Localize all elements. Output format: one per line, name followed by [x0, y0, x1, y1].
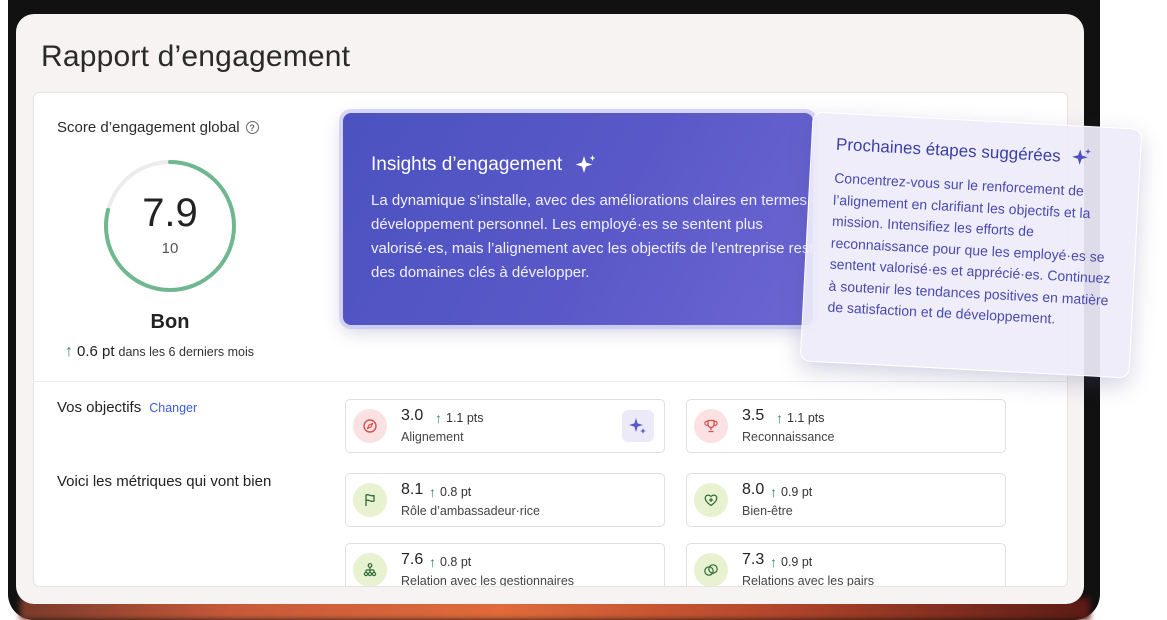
metric-delta: ↑ 1.1 pts: [435, 410, 484, 426]
metric-name: Reconnaissance: [742, 430, 835, 444]
peers-icon: [694, 553, 728, 586]
arrow-up-icon: ↑: [770, 484, 777, 500]
flag-icon: [353, 483, 387, 517]
change-objectives-link[interactable]: Changer: [149, 401, 197, 415]
metric-delta-value: 0.8 pt: [440, 555, 472, 569]
insights-header: Insights d’engagement: [371, 153, 598, 177]
page-title: Rapport d’engagement: [41, 40, 351, 73]
score-delta-period: dans les 6 derniers mois: [118, 345, 255, 359]
metric-delta-value: 1.1 pts: [787, 411, 825, 425]
metric-delta-value: 1.1 pts: [446, 411, 484, 425]
metric-delta: ↑ 1.1 pts: [776, 410, 825, 426]
org-chart-icon: [353, 553, 387, 586]
next-steps-card: Prochaines étapes suggérées Concentrez-v…: [799, 111, 1143, 379]
metric-delta: ↑ 0.8 pt: [429, 554, 471, 570]
sparkle-icon[interactable]: [622, 410, 654, 442]
sparkle-icon: [575, 155, 596, 173]
objectives-title: Vos objectifs: [57, 399, 142, 416]
metric-delta-value: 0.8 pt: [440, 485, 472, 499]
next-steps-body: Concentrez-vous sur le renforcement de l…: [827, 169, 1111, 327]
compass-icon: [353, 409, 387, 443]
next-steps-header: Prochaines étapes suggérées: [835, 134, 1093, 169]
score-value: 7.9: [142, 191, 198, 235]
arrow-up-icon: ↑: [776, 410, 783, 426]
metrics-section-title: Voici les métriques qui vont bien: [57, 473, 272, 490]
metric-card-ambassador[interactable]: 8.1 ↑ 0.8 pt Rôle d’ambassadeur·rice: [345, 473, 665, 527]
metric-delta-value: 0.9 pt: [781, 485, 813, 499]
arrow-up-icon: ↑: [435, 410, 442, 426]
backdrop: Rapport d’engagement Score d’engagement …: [0, 0, 1167, 620]
metric-delta: ↑ 0.9 pt: [770, 484, 812, 500]
objective-card-alignment[interactable]: 3.0 ↑ 1.1 pts Alignement: [345, 399, 665, 453]
metric-card-wellbeing[interactable]: 8.0 ↑ 0.9 pt Bien-être: [686, 473, 1006, 527]
metric-card-peers[interactable]: 7.3 ↑ 0.9 pt Relations avec les pairs: [686, 543, 1006, 587]
trophy-icon: [694, 409, 728, 443]
metric-value: 3.0: [401, 407, 424, 424]
arrow-up-icon: ↑: [429, 484, 436, 500]
objectives-header: Vos objectifs Changer: [57, 399, 197, 416]
metric-delta-value: 0.9 pt: [781, 555, 813, 569]
next-steps-title: Prochaines étapes suggérées: [835, 134, 1062, 166]
metric-name: Alignement: [401, 430, 464, 444]
insights-title: Insights d’engagement: [371, 154, 563, 175]
objective-card-reconnaissance[interactable]: 3.5 ↑ 1.1 pts Reconnaissance: [686, 399, 1006, 453]
score-section-title: Score d’engagement global ?: [57, 119, 259, 136]
insights-body: La dynamique s’installe, avec des amélio…: [371, 192, 813, 281]
metric-delta: ↑ 0.9 pt: [770, 554, 812, 570]
metric-name: Rôle d’ambassadeur·rice: [401, 504, 540, 518]
score-delta-value: 0.6 pt: [77, 343, 115, 360]
metric-name: Bien-être: [742, 504, 793, 518]
arrow-up-icon: ↑: [65, 343, 73, 360]
score-delta: ↑ 0.6 pt dans les 6 derniers mois: [65, 343, 254, 361]
metric-value: 8.1: [401, 481, 424, 498]
sparkle-icon: [1072, 148, 1091, 165]
help-icon[interactable]: ?: [245, 121, 259, 134]
metric-value: 8.0: [742, 481, 765, 498]
metric-value: 3.5: [742, 407, 765, 424]
insights-panel: Insights d’engagement La dynamique s’ins…: [343, 113, 813, 325]
score-max: 10: [161, 240, 179, 257]
arrow-up-icon: ↑: [770, 554, 777, 570]
metric-name: Relations avec les pairs: [742, 574, 875, 587]
section-divider: [34, 381, 1067, 382]
metric-card-managers[interactable]: 7.6 ↑ 0.8 pt Relation avec les gestionnai…: [345, 543, 665, 587]
score-rating-label: Bon: [150, 311, 190, 333]
score-title-text: Score d’engagement global: [57, 119, 240, 136]
metric-delta: ↑ 0.8 pt: [429, 484, 471, 500]
metric-value: 7.3: [742, 551, 765, 568]
heart-plus-icon: [694, 483, 728, 517]
arrow-up-icon: ↑: [429, 554, 436, 570]
metric-name: Relation avec les gestionnaires: [401, 574, 575, 587]
metric-value: 7.6: [401, 551, 424, 568]
